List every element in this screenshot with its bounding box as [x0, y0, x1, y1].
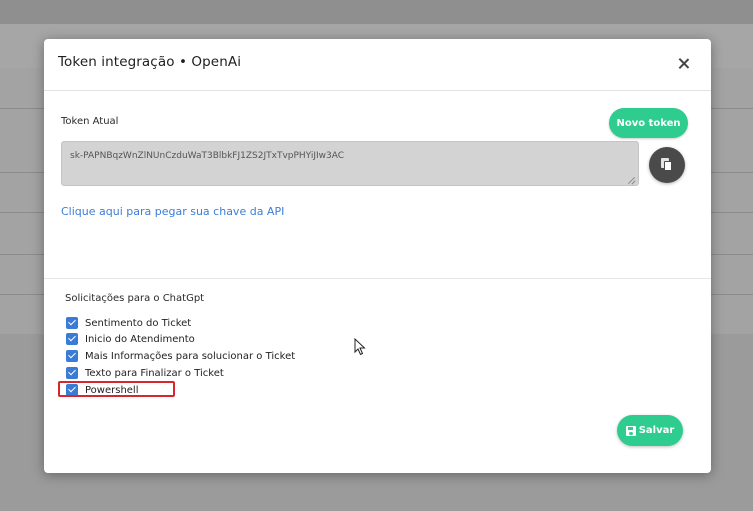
- copy-button[interactable]: [649, 147, 685, 183]
- modal-title: Token integração • OpenAi: [58, 54, 242, 70]
- checkbox-inicio[interactable]: Inicio do Atendimento: [66, 332, 195, 346]
- checkbox-sentimento[interactable]: Sentimento do Ticket: [66, 316, 191, 330]
- checkbox-texto-finalizar[interactable]: Texto para Finalizar o Ticket: [66, 366, 224, 380]
- chatgpt-requests-label: Solicitações para o ChatGpt: [65, 293, 205, 304]
- checkbox-label: Sentimento do Ticket: [85, 317, 192, 329]
- check-icon[interactable]: [66, 317, 78, 329]
- check-icon[interactable]: [66, 367, 78, 379]
- checkbox-label: Texto para Finalizar o Ticket: [85, 367, 224, 379]
- close-icon[interactable]: [676, 56, 692, 72]
- save-icon: [625, 425, 636, 436]
- checkbox-label: Mais Informações para solucionar o Ticke…: [85, 350, 296, 362]
- api-key-link[interactable]: Clique aqui para pegar sua chave da API: [61, 205, 284, 218]
- check-icon[interactable]: [66, 333, 78, 345]
- copy-icon: [661, 158, 673, 172]
- mouse-cursor-icon: [354, 338, 366, 356]
- new-token-button[interactable]: Novo token: [609, 108, 688, 138]
- token-label: Token Atual: [61, 116, 119, 127]
- resize-grip-icon[interactable]: [628, 176, 636, 184]
- token-field[interactable]: sk-PAPNBqzWnZlNUnCzduWaT3BlbkFJ1ZS2JTxTv…: [61, 141, 639, 186]
- checkbox-mais-informacoes[interactable]: Mais Informações para solucionar o Ticke…: [66, 349, 295, 363]
- save-button[interactable]: Salvar: [617, 415, 683, 446]
- token-integration-modal: Token integração • OpenAi Token Atual No…: [44, 39, 711, 473]
- save-label: Salvar: [638, 425, 675, 436]
- powershell-highlight: [58, 381, 175, 397]
- check-icon[interactable]: [66, 350, 78, 362]
- background-topbar: [0, 0, 753, 24]
- checkbox-label: Inicio do Atendimento: [85, 333, 195, 345]
- section-divider: [44, 278, 711, 279]
- modal-header: Token integração • OpenAi: [44, 39, 711, 91]
